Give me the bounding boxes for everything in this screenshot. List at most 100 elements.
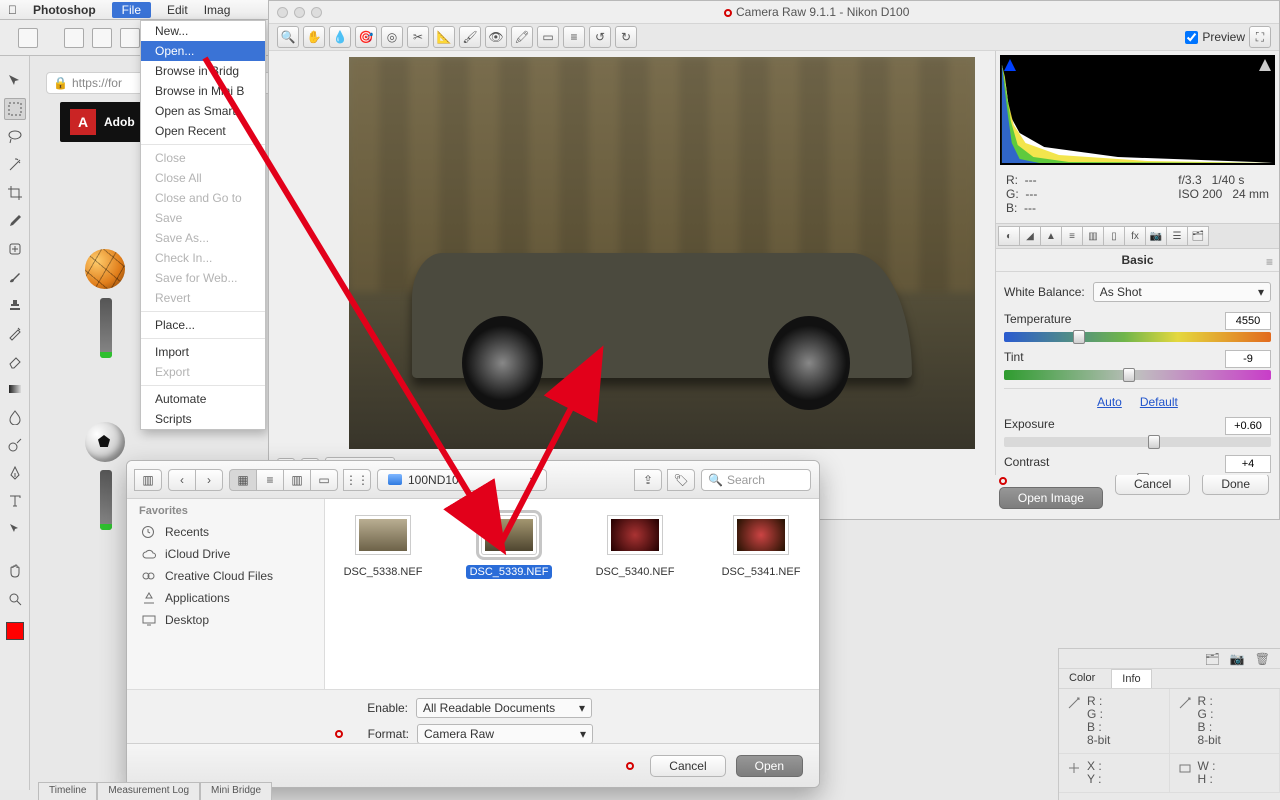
file-item-selected[interactable]: DSC_5339.NEF [461,515,557,689]
tab-fx-icon[interactable]: fx [1124,226,1146,246]
slider-temperature[interactable]: Temperature [1004,312,1271,342]
sidebar-toggle-icon[interactable]: ▥ [134,469,162,491]
gradient-tool-icon[interactable] [4,378,26,400]
cr-straighten-icon[interactable]: 📐 [433,26,455,48]
view-icons-icon[interactable]: ▦ [229,469,257,491]
marquee-mode-icon[interactable] [18,28,38,48]
tab-color[interactable]: Color [1059,669,1105,688]
view-gallery-icon[interactable]: ▭ [310,469,338,491]
slider-tint[interactable]: Tint [1004,350,1271,380]
file-open-recent[interactable]: Open Recent [141,121,265,141]
heal-tool-icon[interactable] [4,238,26,260]
file-close-goto[interactable]: Close and Go to [141,188,265,208]
tab-presets-icon[interactable]: ☰ [1166,226,1188,246]
tab-measurement[interactable]: Measurement Log [97,782,200,800]
file-item[interactable]: DSC_5338.NEF [335,515,431,689]
fav-cc[interactable]: Creative Cloud Files [139,565,312,587]
file-browse-bridge[interactable]: Browse in Bridg [141,61,265,81]
tab-info[interactable]: Info [1111,669,1151,688]
cr-crop-icon[interactable]: ✂ [407,26,429,48]
enable-select[interactable]: All Readable Documents▾ [416,698,592,718]
view-columns-icon[interactable]: ▥ [283,469,311,491]
format-select[interactable]: Camera Raw▾ [417,724,593,744]
tab-detail-icon[interactable]: ▲ [1040,226,1062,246]
contrast-input[interactable] [1225,455,1271,473]
tags-icon[interactable]: 🏷 [667,469,695,491]
fav-icloud[interactable]: iCloud Drive [139,543,312,565]
cr-spot-icon[interactable]: 🖌 [459,26,481,48]
slider-exposure[interactable]: Exposure [1004,417,1271,447]
blur-tool-icon[interactable] [4,406,26,428]
foreground-swatch-icon[interactable] [6,622,24,640]
opt-b-icon[interactable] [92,28,112,48]
open-image-button[interactable]: Open Image [999,487,1103,509]
menu-file[interactable]: File [112,2,151,18]
cr-target-icon[interactable]: ◎ [381,26,403,48]
cr-zoom-icon[interactable]: 🔍 [277,26,299,48]
exposure-input[interactable] [1225,417,1271,435]
folder-select[interactable]: 100ND10▾ [377,469,547,491]
cr-color-sampler-icon[interactable]: 🎯 [355,26,377,48]
zoom-tool-icon[interactable] [4,588,26,610]
traffic-lights-icon[interactable] [277,7,322,18]
share-icon[interactable]: ⇪ [634,469,662,491]
cr-hand-icon[interactable]: ✋ [303,26,325,48]
tint-input[interactable] [1225,350,1271,368]
slider-widget-a[interactable] [100,298,112,358]
fav-desktop[interactable]: Desktop [139,609,312,631]
wb-select[interactable]: As Shot▾ [1093,282,1271,302]
tab-curve-icon[interactable]: ◢ [1019,226,1041,246]
tab-camera-icon[interactable]: 📷 [1145,226,1167,246]
file-item[interactable]: DSC_5340.NEF [587,515,683,689]
file-close[interactable]: Close [141,148,265,168]
histogram[interactable] [1000,55,1275,165]
tab-basic-icon[interactable]: ◐ [998,226,1020,246]
dodge-tool-icon[interactable] [4,434,26,456]
view-list-icon[interactable]: ≡ [256,469,284,491]
cr-redeye-icon[interactable]: 👁 [485,26,507,48]
apple-icon[interactable] [8,3,17,17]
cr-radial-icon[interactable]: ≡ [563,26,585,48]
file-export[interactable]: Export [141,362,265,382]
done-button[interactable]: Done [1202,473,1269,495]
menu-image[interactable]: Imag [204,3,231,17]
cr-rotate-cw-icon[interactable]: ↻ [615,26,637,48]
cr-rotate-ccw-icon[interactable]: ↺ [589,26,611,48]
search-input[interactable]: 🔍 Search [701,469,811,491]
file-new[interactable]: New... [141,21,265,41]
move-tool-icon[interactable] [4,70,26,92]
file-save-web[interactable]: Save for Web... [141,268,265,288]
nav-back-icon[interactable]: ‹ [168,469,196,491]
file-save-as[interactable]: Save As... [141,228,265,248]
fav-apps[interactable]: Applications [139,587,312,609]
tab-snap-icon[interactable]: 🗂 [1187,226,1209,246]
cr-preview-image[interactable] [349,57,975,449]
auto-link[interactable]: Auto [1097,395,1122,409]
brush-tool-icon[interactable] [4,266,26,288]
file-item[interactable]: DSC_5341.NEF [713,515,809,689]
folder-icon[interactable]: 🗂 [1205,652,1220,666]
tab-minibridge[interactable]: Mini Bridge [200,782,272,800]
file-revert[interactable]: Revert [141,288,265,308]
crop-tool-icon[interactable] [4,182,26,204]
file-checkin[interactable]: Check In... [141,248,265,268]
history-brush-icon[interactable] [4,322,26,344]
tab-hsl-icon[interactable]: ≡ [1061,226,1083,246]
camera-icon[interactable]: 📷 [1230,652,1245,666]
menu-edit[interactable]: Edit [167,3,188,17]
nav-fwd-icon[interactable]: › [195,469,223,491]
file-open[interactable]: Open... [141,41,265,61]
file-import[interactable]: Import [141,342,265,362]
type-tool-icon[interactable] [4,490,26,512]
preview-checkbox[interactable]: Preview [1185,30,1245,44]
finder-open-button[interactable]: Open [736,755,803,777]
group-icon[interactable]: ⋮⋮ [343,469,371,491]
cr-adjust-brush-icon[interactable]: 🖍 [511,26,533,48]
wand-tool-icon[interactable] [4,154,26,176]
panel-menu-icon[interactable]: ≡ [1266,255,1273,269]
cr-wb-icon[interactable]: 💧 [329,26,351,48]
file-automate[interactable]: Automate [141,389,265,409]
lasso-tool-icon[interactable] [4,126,26,148]
opt-c-icon[interactable] [120,28,140,48]
trash-icon[interactable]: 🗑 [1255,652,1270,666]
